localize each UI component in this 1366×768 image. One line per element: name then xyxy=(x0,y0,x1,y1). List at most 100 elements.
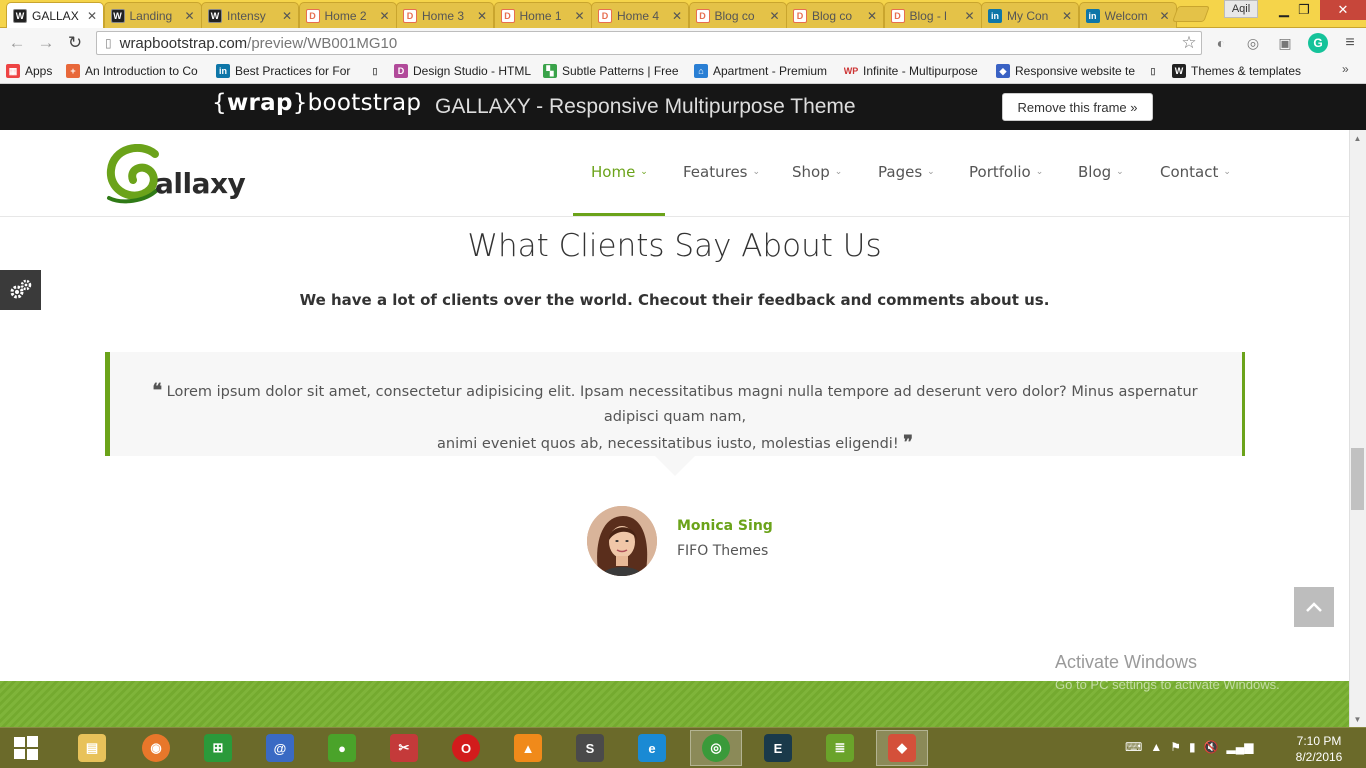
tab-close-icon[interactable]: ✕ xyxy=(378,9,392,23)
scrollbar[interactable] xyxy=(1349,130,1366,727)
ie-icon: e xyxy=(638,734,666,762)
clock[interactable]: 7:10 PM 8/2/2016 xyxy=(1286,733,1352,765)
page-icon: ▯ xyxy=(105,36,112,50)
battery-icon[interactable]: ▮ xyxy=(1189,740,1196,754)
volume-muted-icon[interactable]: 🔇 xyxy=(1204,740,1219,754)
nav-item-home[interactable]: Home ⌄ xyxy=(591,163,648,181)
address-bar[interactable]: ▯ wrapbootstrap.com/preview/WB001MG10 xyxy=(96,31,1202,55)
tab[interactable]: D Blog co ✕ xyxy=(688,2,787,28)
menu-icon[interactable]: ≡ xyxy=(1340,33,1360,53)
taskbar-button[interactable]: E xyxy=(752,730,804,766)
bookmark-item[interactable]: ◆ Responsive website te xyxy=(996,62,1136,80)
bookmark-item[interactable]: ⌂ Apartment - Premium xyxy=(694,62,834,80)
client-avatar xyxy=(587,506,657,576)
tray-expand-icon[interactable]: ▲ xyxy=(1150,740,1162,754)
nav-label: Pages xyxy=(878,163,923,181)
opera-icon: O xyxy=(452,734,480,762)
tab[interactable]: D Blog - l ✕ xyxy=(883,2,982,28)
taskbar-button[interactable]: S xyxy=(564,730,616,766)
tab[interactable]: in Welcom ✕ xyxy=(1078,2,1177,28)
nav-label: Portfolio xyxy=(969,163,1031,181)
tab-close-icon[interactable]: ✕ xyxy=(183,9,197,23)
back-to-top-button[interactable] xyxy=(1294,587,1334,627)
bookmark-star-icon[interactable]: ☆ xyxy=(1179,33,1199,53)
tab[interactable]: D Blog co ✕ xyxy=(786,2,884,28)
tab-close-icon[interactable]: ✕ xyxy=(670,9,684,23)
bookmark-item[interactable]: in Best Practices for For xyxy=(216,62,356,80)
taskbar-button[interactable]: ▲ xyxy=(502,730,554,766)
tab-close-icon[interactable]: ✕ xyxy=(865,9,879,23)
grammarly-icon[interactable]: G xyxy=(1308,33,1328,53)
editor-icon: E xyxy=(764,734,792,762)
taskbar-button[interactable]: ▤ xyxy=(66,730,118,766)
remove-frame-button[interactable]: Remove this frame » xyxy=(1002,93,1153,121)
bookmark-item[interactable]: D Design Studio - HTML xyxy=(394,62,534,80)
extension-cast-icon[interactable]: ▣ xyxy=(1275,33,1295,53)
tab-close-icon[interactable]: ✕ xyxy=(1158,9,1172,23)
bookmark-item[interactable]: W Themes & templates xyxy=(1172,62,1312,80)
tab-close-icon[interactable]: ✕ xyxy=(768,9,782,23)
tab[interactable]: W GALLAX ✕ xyxy=(6,2,104,28)
new-tab-button[interactable] xyxy=(1172,6,1210,22)
tab[interactable]: D Home 1 ✕ xyxy=(493,2,592,28)
reload-button[interactable]: ↻ xyxy=(64,33,86,53)
brand-name[interactable]: allaxy xyxy=(155,167,246,200)
home-icon: ⌂ xyxy=(694,64,708,78)
bookmark-item[interactable]: + An Introduction to Co xyxy=(66,62,206,80)
bookmark-item[interactable]: ▯ xyxy=(1146,62,1164,80)
scroll-down-icon[interactable]: ▼ xyxy=(1349,712,1366,726)
tab[interactable]: D Home 3 ✕ xyxy=(396,2,494,28)
tab[interactable]: in My Con ✕ xyxy=(981,2,1079,28)
tab[interactable]: D Home 4 ✕ xyxy=(591,2,689,28)
taskbar-button[interactable]: ◉ xyxy=(130,730,182,766)
window-close-button[interactable]: ✕ xyxy=(1320,0,1366,20)
bookmark-item[interactable]: WP Infinite - Multipurpose xyxy=(844,62,984,80)
wrapbootstrap-logo[interactable]: {wrap}bootstrap xyxy=(212,90,421,116)
tab-close-icon[interactable]: ✕ xyxy=(280,9,294,23)
taskbar-button[interactable]: @ xyxy=(254,730,306,766)
tab-close-icon[interactable]: ✕ xyxy=(475,9,489,23)
taskbar-button[interactable]: O xyxy=(440,730,492,766)
maximize-button[interactable]: ❐ xyxy=(1286,0,1322,20)
start-windows-icon[interactable] xyxy=(6,731,46,765)
scrollbar-thumb[interactable] xyxy=(1351,448,1364,510)
nav-item-contact[interactable]: Contact ⌄ xyxy=(1160,163,1231,181)
tab-close-icon[interactable]: ✕ xyxy=(85,9,99,23)
bookmark-item[interactable]: ▦ Apps xyxy=(6,62,58,80)
profile-button[interactable]: Aqil xyxy=(1224,0,1258,18)
forward-button[interactable]: → xyxy=(35,33,57,53)
bookmark-item[interactable]: ▯ xyxy=(368,62,386,80)
tab[interactable]: W Landing ✕ xyxy=(103,2,202,28)
quote-close-icon: ❞ xyxy=(903,432,913,453)
tab-close-icon[interactable]: ✕ xyxy=(1060,9,1074,23)
taskbar-button[interactable]: ◎ xyxy=(690,730,742,766)
testimonial-text: ❝ Lorem ipsum dolor sit amet, consectetu… xyxy=(130,378,1220,457)
taskbar-button[interactable]: ✂ xyxy=(378,730,430,766)
nav-item-pages[interactable]: Pages ⌄ xyxy=(878,163,935,181)
flag-icon[interactable]: ⚑ xyxy=(1170,740,1181,754)
tab[interactable]: D Home 2 ✕ xyxy=(298,2,397,28)
nav-item-shop[interactable]: Shop ⌄ xyxy=(792,163,842,181)
extension-icon[interactable]: ◐ xyxy=(1211,33,1231,53)
extension-shield-icon[interactable]: ◎ xyxy=(1243,33,1263,53)
scroll-up-icon[interactable]: ▲ xyxy=(1349,131,1366,145)
firefox-icon: ◉ xyxy=(142,734,170,762)
network-icon[interactable]: ▂▄▆ xyxy=(1227,740,1254,754)
taskbar-button[interactable]: ⊞ xyxy=(192,730,244,766)
tab[interactable]: W Intensy ✕ xyxy=(201,2,299,28)
nav-item-portfolio[interactable]: Portfolio ⌄ xyxy=(969,163,1043,181)
taskbar-button[interactable]: ◆ xyxy=(876,730,928,766)
taskbar-button[interactable]: ≣ xyxy=(814,730,866,766)
bookmark-label: An Introduction to Co xyxy=(85,64,198,78)
back-button[interactable]: ← xyxy=(6,33,28,53)
taskbar-button[interactable]: ● xyxy=(316,730,368,766)
sublime-icon: S xyxy=(576,734,604,762)
tab-close-icon[interactable]: ✕ xyxy=(963,9,977,23)
bookmark-item[interactable]: ▚ Subtle Patterns | Free xyxy=(543,62,683,80)
keyboard-icon[interactable]: ⌨ xyxy=(1125,740,1142,754)
tab-close-icon[interactable]: ✕ xyxy=(573,9,587,23)
taskbar-button[interactable]: e xyxy=(626,730,678,766)
bookmarks-overflow-icon[interactable]: » xyxy=(1342,62,1349,76)
nav-item-blog[interactable]: Blog ⌄ xyxy=(1078,163,1124,181)
nav-item-features[interactable]: Features ⌄ xyxy=(683,163,760,181)
